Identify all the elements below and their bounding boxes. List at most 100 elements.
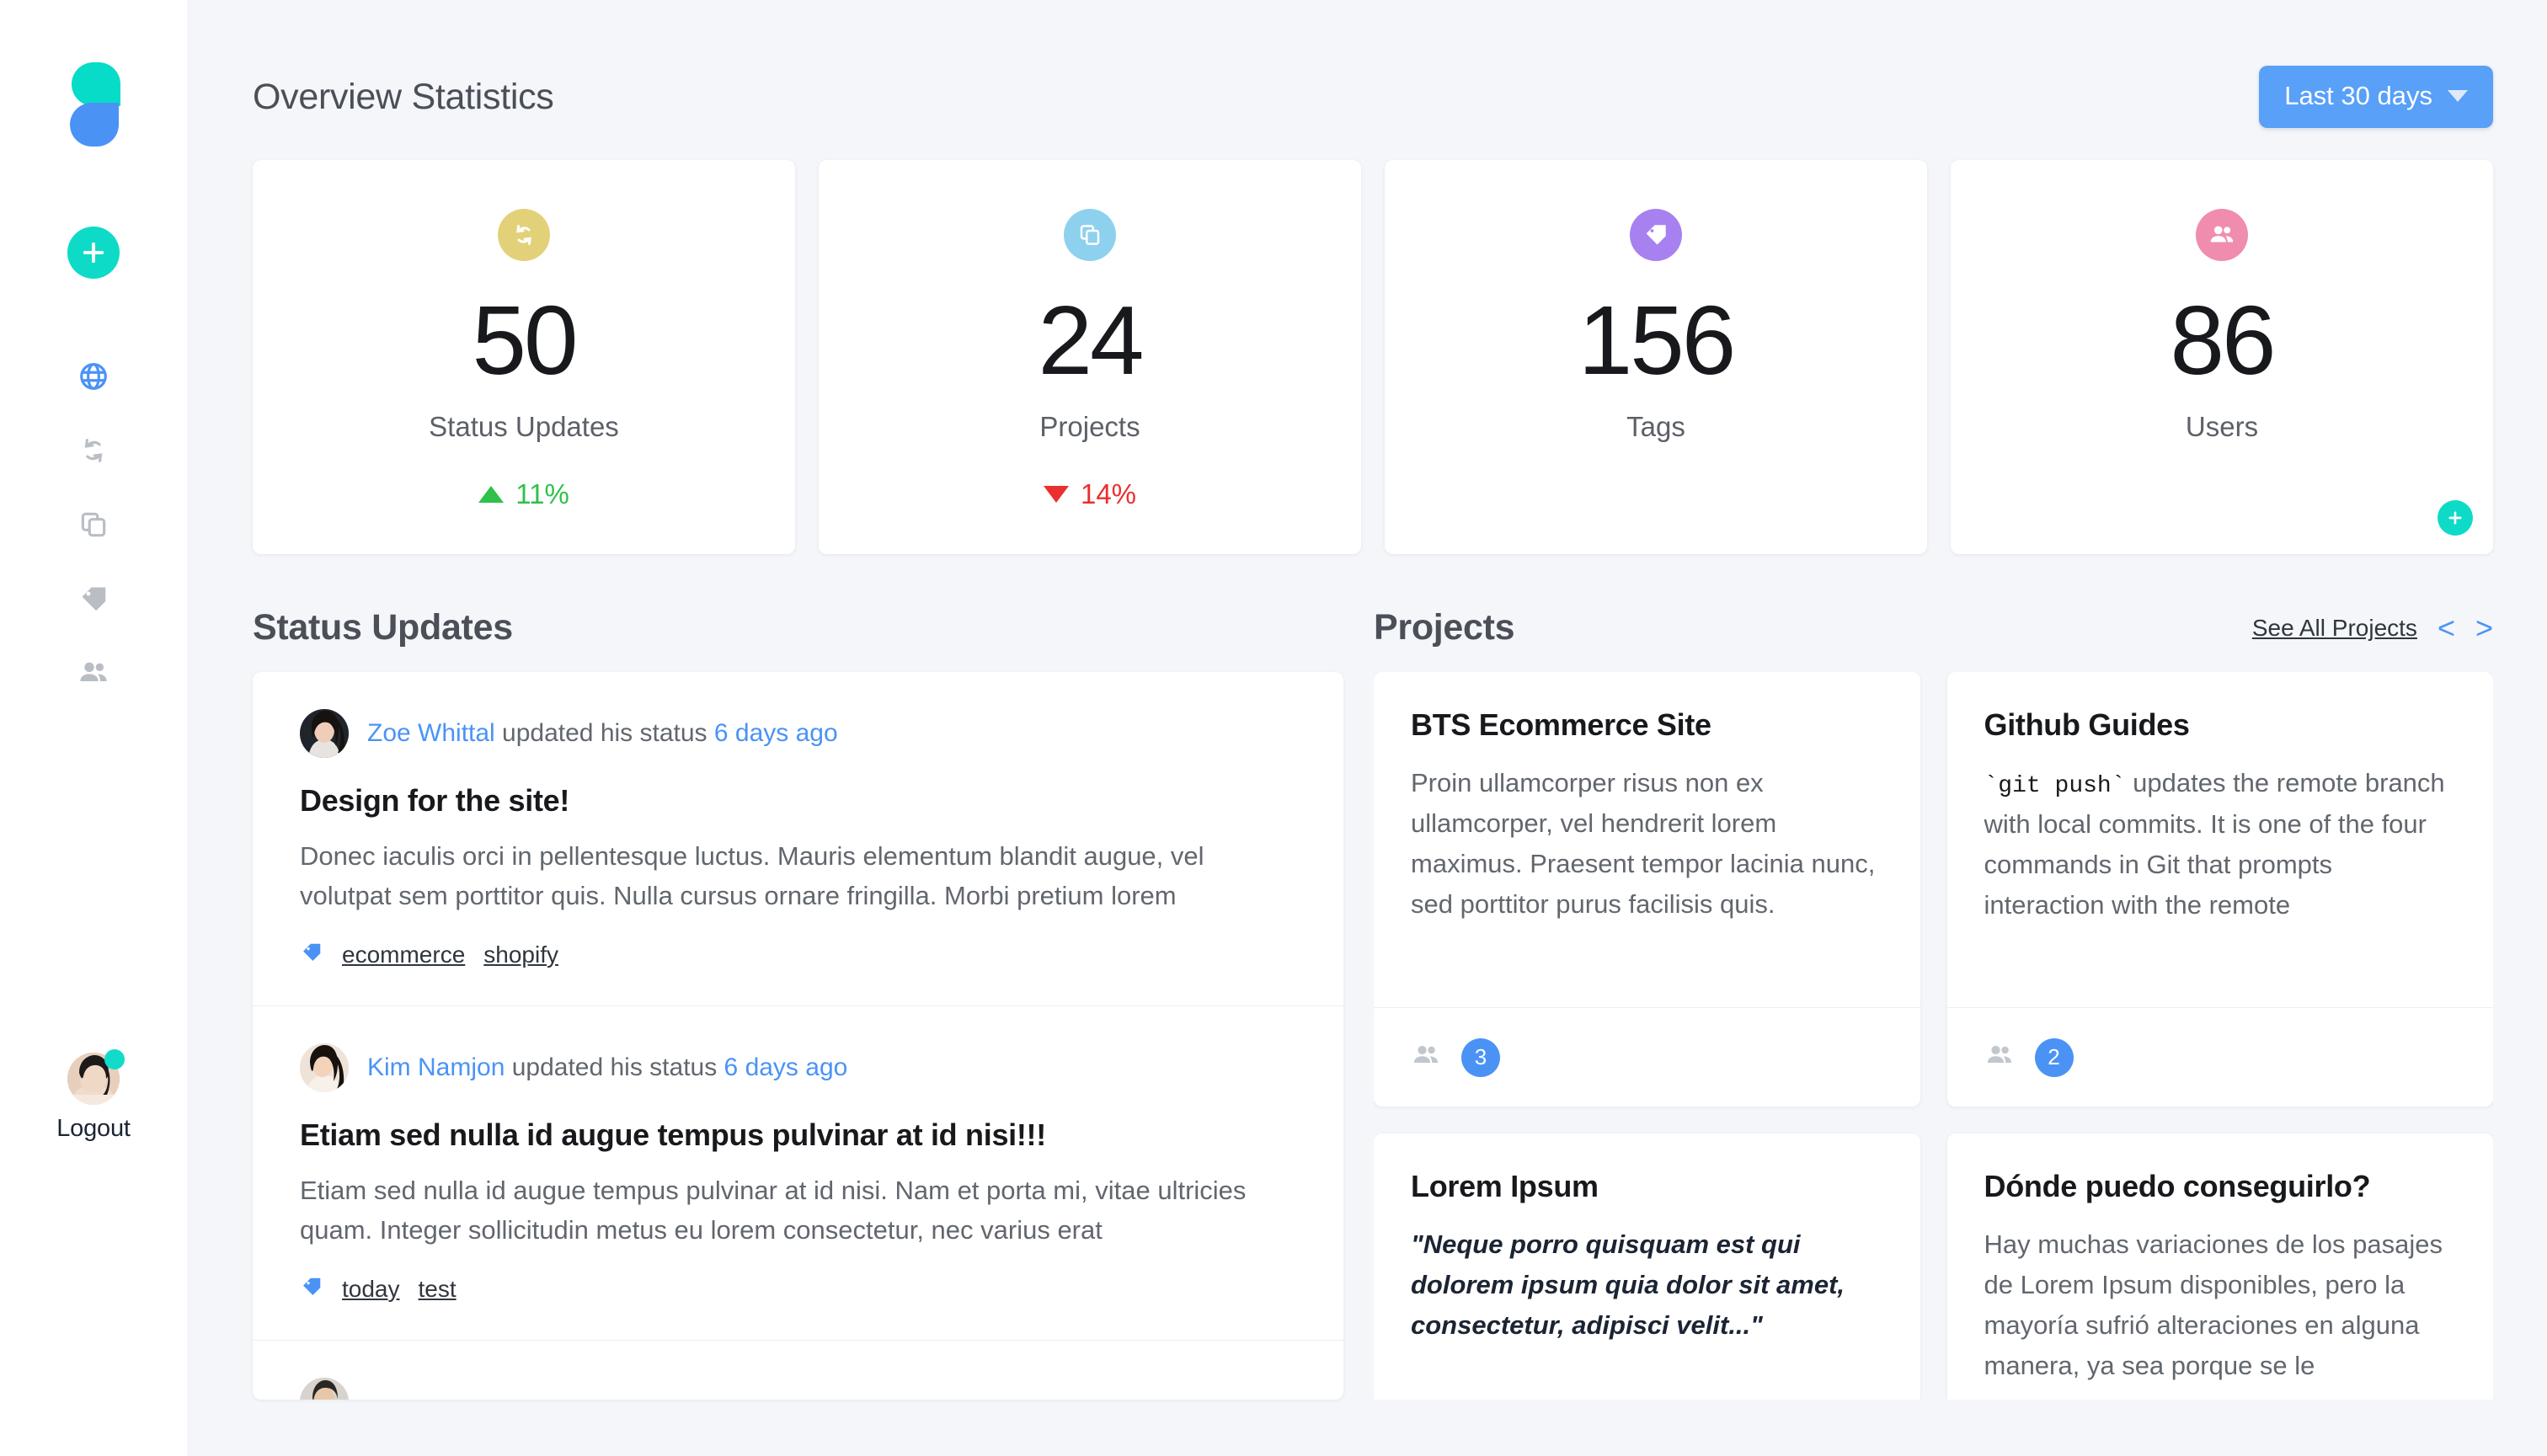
- page-header: Overview Statistics Last 30 days: [253, 0, 2493, 128]
- online-status-dot: [104, 1049, 125, 1069]
- sync-icon: [77, 435, 109, 467]
- prev-projects-button[interactable]: <: [2438, 613, 2455, 643]
- project-card[interactable]: Lorem Ipsum "Neque porro quisquam est qu…: [1374, 1133, 1920, 1400]
- inline-code: `git push`: [1984, 773, 2126, 799]
- stat-delta-value: 14%: [1080, 478, 1137, 509]
- avatar: [300, 1043, 349, 1092]
- sidebar-item-tags[interactable]: [67, 562, 120, 636]
- project-title: Github Guides: [1984, 707, 2190, 742]
- project-title: Dónde puedo conseguirlo?: [1984, 1169, 2371, 1203]
- stat-card-tags[interactable]: 156 Tags: [1385, 160, 1927, 554]
- status-update-tags: today test: [300, 1275, 1295, 1303]
- globe-icon: [77, 360, 109, 392]
- project-card[interactable]: Dónde puedo conseguirlo? Hay muchas vari…: [1946, 1133, 2493, 1400]
- status-update-author[interactable]: Zoe Whittal: [367, 719, 495, 747]
- status-updates-column: Status Updates Zoe Whittal updated his s…: [253, 593, 1343, 1400]
- status-update-time[interactable]: 6 days ago: [714, 719, 838, 747]
- status-update-header: [300, 1378, 1295, 1400]
- project-description: `git push` updates the remote branch wit…: [1984, 763, 2457, 923]
- users-icon: [1984, 1040, 2015, 1075]
- main-content: Overview Statistics Last 30 days 50 Stat…: [187, 0, 2547, 1456]
- stat-value: 50: [472, 285, 578, 395]
- project-member-count: 2: [2034, 1037, 2074, 1077]
- stat-label: Projects: [1039, 411, 1140, 442]
- project-card-body: Github Guides `git push` updates the rem…: [1947, 672, 2494, 1007]
- tag-link[interactable]: today: [342, 1276, 400, 1303]
- status-update-action: updated his status: [505, 1053, 724, 1081]
- project-card-body: Lorem Ipsum "Neque porro quisquam est qu…: [1374, 1133, 1920, 1400]
- sidebar-nav: [67, 339, 120, 710]
- stat-value: 86: [2170, 285, 2276, 395]
- sidebar-item-projects[interactable]: [67, 488, 120, 562]
- status-update-item[interactable]: Zoe Whittal updated his status 6 days ag…: [253, 672, 1343, 1006]
- status-update-action: updated his status: [494, 719, 714, 747]
- stat-label: Status Updates: [429, 411, 619, 442]
- date-range-button[interactable]: Last 30 days: [2259, 66, 2493, 128]
- section-title-status-updates: Status Updates: [253, 607, 513, 648]
- arrow-up-icon: [478, 486, 505, 503]
- stat-value: 156: [1578, 285, 1737, 395]
- project-title: BTS Ecommerce Site: [1411, 707, 1711, 742]
- tag-icon: [1630, 209, 1682, 261]
- status-update-author[interactable]: Kim Namjon: [367, 1053, 505, 1081]
- status-update-body: Donec iaculis orci in pellentesque luctu…: [300, 841, 1204, 910]
- avatar: [300, 709, 349, 758]
- stat-label: Tags: [1626, 411, 1685, 442]
- avatar[interactable]: [67, 1049, 125, 1105]
- project-card-footer: 2: [1946, 1007, 2493, 1107]
- sidebar-item-status-updates[interactable]: [67, 413, 120, 488]
- status-update-item[interactable]: [253, 1341, 1343, 1400]
- tag-link[interactable]: test: [419, 1276, 457, 1303]
- tag-link[interactable]: ecommerce: [342, 941, 465, 968]
- section-title-projects: Projects: [1374, 607, 1515, 648]
- app-root: Logout Overview Statistics Last 30 days: [0, 0, 2547, 1456]
- sidebar-footer: Logout: [0, 1049, 187, 1143]
- project-card[interactable]: Github Guides `git push` updates the rem…: [1946, 672, 2494, 1107]
- stat-delta: 11%: [478, 478, 569, 510]
- status-update-header: Zoe Whittal updated his status 6 days ag…: [300, 709, 1295, 758]
- projects-header: Projects See All Projects < >: [1374, 593, 2493, 648]
- project-description: Proin ullamcorper risus non ex ullamcorp…: [1411, 768, 1876, 920]
- add-user-button[interactable]: [2438, 500, 2473, 536]
- stat-card-status-updates[interactable]: 50 Status Updates 11%: [253, 160, 795, 554]
- stat-label: Users: [2185, 411, 2259, 442]
- stat-delta: 14%: [1043, 478, 1137, 510]
- copy-icon: [1064, 209, 1116, 261]
- stat-value: 24: [1038, 285, 1144, 395]
- status-update-header: Kim Namjon updated his status 6 days ago: [300, 1043, 1295, 1092]
- chevron-down-icon: [2448, 90, 2468, 102]
- sidebar: Logout: [0, 0, 187, 1456]
- project-description: "Neque porro quisquam est qui dolorem ip…: [1411, 1229, 1845, 1341]
- sync-icon: [498, 209, 550, 261]
- status-update-item[interactable]: Kim Namjon updated his status 6 days ago…: [253, 1006, 1343, 1341]
- status-update-title: Etiam sed nulla id augue tempus pulvinar…: [300, 1117, 1046, 1152]
- tag-link[interactable]: shopify: [483, 941, 558, 968]
- projects-actions: See All Projects < >: [2252, 613, 2493, 648]
- copy-icon: [77, 509, 109, 541]
- logout-button[interactable]: Logout: [56, 1115, 131, 1143]
- logo-bottom-shape: [70, 103, 119, 147]
- next-projects-button[interactable]: >: [2475, 613, 2493, 643]
- tag-icon: [77, 583, 109, 615]
- status-update-title: Design for the site!: [300, 783, 570, 818]
- stat-card-users[interactable]: 86 Users: [1951, 160, 2493, 554]
- project-card[interactable]: BTS Ecommerce Site Proin ullamcorper ris…: [1374, 672, 1920, 1107]
- users-icon: [2196, 209, 2248, 261]
- status-update-time[interactable]: 6 days ago: [724, 1053, 848, 1081]
- project-title: Lorem Ipsum: [1411, 1169, 1599, 1203]
- dashboard-columns: Status Updates Zoe Whittal updated his s…: [253, 593, 2493, 1400]
- status-update-meta: Zoe Whittal updated his status 6 days ag…: [367, 719, 838, 748]
- project-member-count: 3: [1461, 1037, 1500, 1077]
- sidebar-item-globe[interactable]: [67, 339, 120, 413]
- add-new-button[interactable]: [67, 227, 120, 279]
- see-all-projects-link[interactable]: See All Projects: [2252, 615, 2417, 642]
- stat-card-projects[interactable]: 24 Projects 14%: [819, 160, 1361, 554]
- tag-icon: [300, 1275, 323, 1303]
- status-update-tags: ecommerce shopify: [300, 941, 1295, 968]
- users-icon: [77, 656, 110, 690]
- status-update-meta: Kim Namjon updated his status 6 days ago: [367, 1053, 847, 1082]
- projects-column: Projects See All Projects < > BTS Ecomme…: [1374, 593, 2493, 1400]
- project-card-footer: 3: [1374, 1007, 1920, 1107]
- sidebar-item-users[interactable]: [67, 636, 120, 710]
- projects-grid: BTS Ecommerce Site Proin ullamcorper ris…: [1374, 672, 2493, 1400]
